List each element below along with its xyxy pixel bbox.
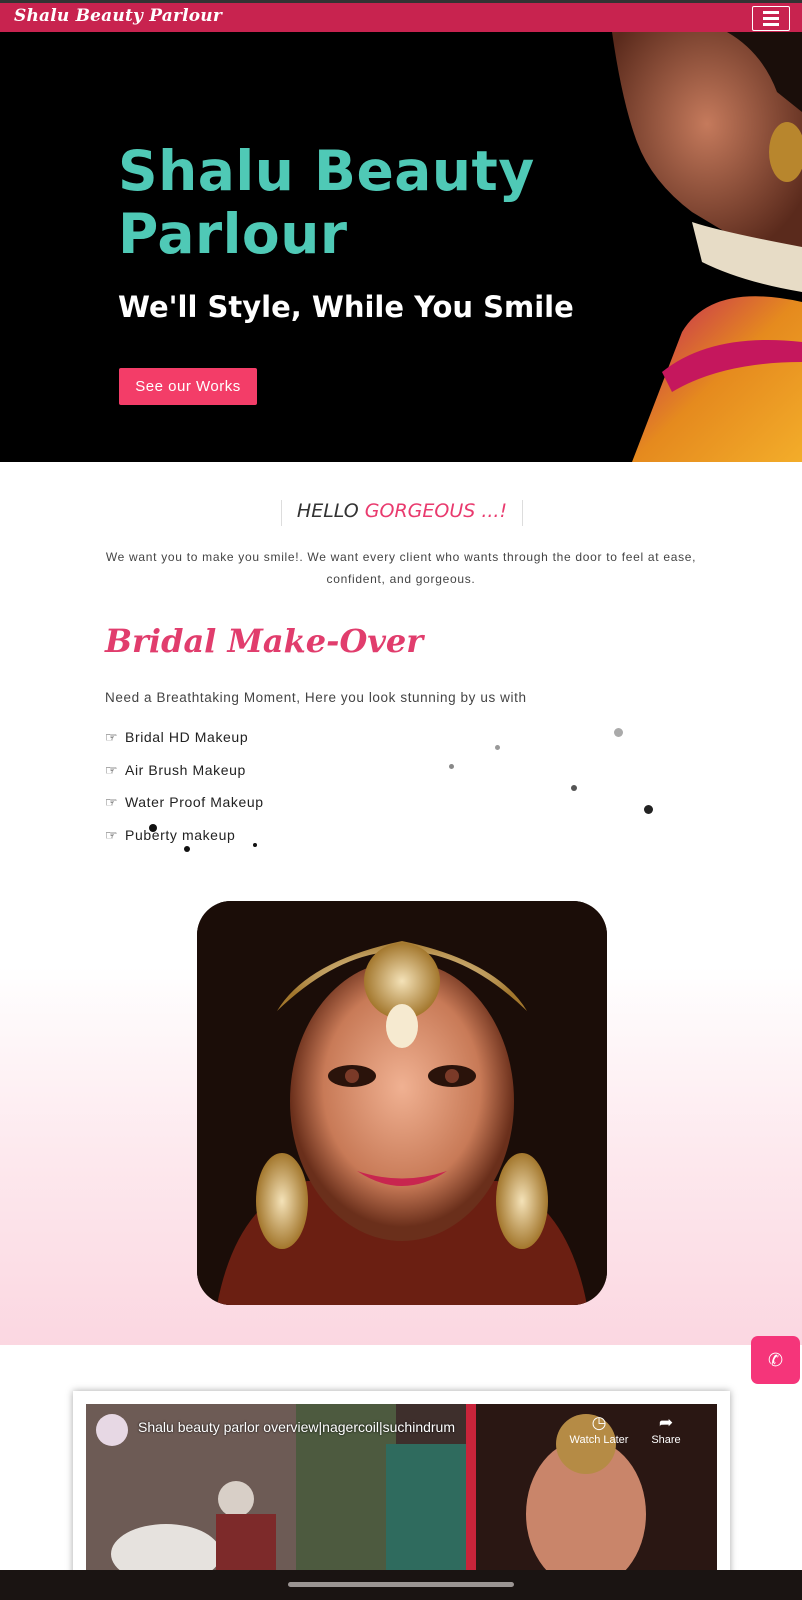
service-label: Air Brush Makeup: [125, 761, 246, 778]
service-list: ☞ Bridal HD Makeup ☞ Air Brush Makeup ☞ Wat…: [105, 729, 264, 859]
top-navbar: Shalu Beauty Parlour: [0, 0, 802, 32]
hamburger-menu-button[interactable]: [752, 6, 790, 31]
hamburger-icon: [763, 11, 779, 14]
watch-later-button[interactable]: ◷ Watch Later: [564, 1412, 634, 1446]
decorative-particle: [644, 805, 653, 814]
hello-gorgeous-heading: HELLO GORGEOUS ...!: [281, 500, 523, 526]
hero-bride-photo: [542, 32, 802, 462]
bridal-makeup-photo: [197, 901, 607, 1305]
hand-point-right-icon: ☞: [105, 794, 119, 810]
hand-point-right-icon: ☞: [105, 761, 119, 778]
call-button[interactable]: ✆: [751, 1336, 800, 1384]
list-item: ☞ Bridal HD Makeup: [105, 729, 264, 762]
decorative-particle: [149, 824, 157, 832]
system-navigation-bar: [0, 1570, 802, 1600]
hello-heading-plain: HELLO: [296, 500, 365, 522]
share-label: Share: [651, 1434, 681, 1446]
hero-banner: Shalu Beauty Parlour We'll Style, While …: [0, 32, 802, 462]
watch-later-label: Watch Later: [569, 1434, 629, 1446]
hello-heading-accent: GORGEOUS ...!: [364, 500, 508, 522]
decorative-particle: [253, 843, 257, 847]
hand-point-right-icon: ☞: [105, 729, 119, 745]
brand-logo-text[interactable]: Shalu Beauty Parlour: [14, 6, 222, 26]
share-button[interactable]: ➦ Share: [631, 1412, 701, 1446]
hero-tagline: We'll Style, While You Smile: [118, 290, 574, 324]
list-item: ☞ Water Proof Makeup: [105, 794, 264, 827]
share-icon: ➦: [658, 1413, 674, 1432]
service-label: Puberty makeup: [125, 826, 236, 843]
clock-icon: ◷: [591, 1413, 607, 1432]
hero-title: Shalu Beauty Parlour: [118, 139, 535, 266]
service-label: Bridal HD Makeup: [125, 729, 249, 745]
list-item: ☞ Air Brush Makeup: [105, 762, 264, 795]
home-gesture-handle[interactable]: [288, 1582, 514, 1587]
decorative-particle: [495, 745, 500, 750]
bridal-makeover-title: Bridal Make-Over: [105, 622, 424, 660]
video-title[interactable]: Shalu beauty parlor overview|nagercoil|s…: [138, 1419, 455, 1435]
bridal-subtitle: Need a Breathtaking Moment, Here you loo…: [105, 690, 527, 705]
intro-text: We want you to make you smile!. We want …: [105, 550, 697, 586]
list-item: ☞ Puberty makeup: [105, 827, 264, 860]
service-label: Water Proof Makeup: [125, 794, 264, 810]
hand-point-right-icon: ☞: [105, 826, 119, 843]
phone-icon: ✆: [767, 1349, 784, 1371]
see-our-works-button[interactable]: See our Works: [119, 368, 257, 405]
video-card: Shalu beauty parlor overview|nagercoil|s…: [73, 1391, 730, 1600]
decorative-particle: [571, 785, 577, 791]
decorative-particle: [614, 728, 623, 737]
decorative-particle: [449, 764, 454, 769]
decorative-particle: [184, 846, 190, 852]
